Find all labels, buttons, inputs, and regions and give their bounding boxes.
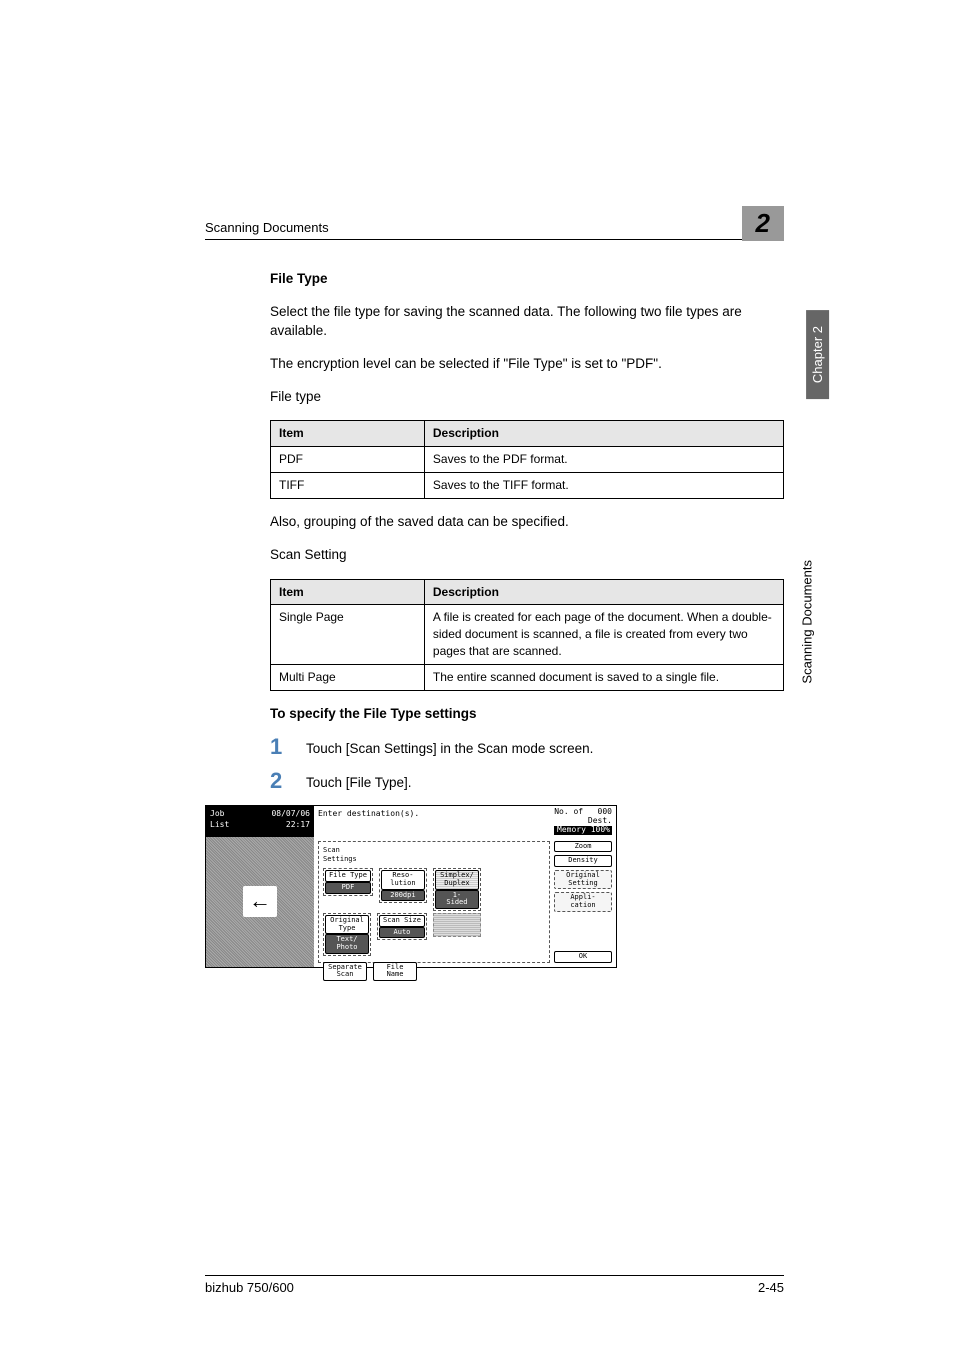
scan-setting-label: Scan Setting [270,546,784,565]
paragraph: Also, grouping of the saved data can be … [270,513,784,532]
prompt-text: Enter destination(s). [314,806,550,836]
preview-panel: ← [206,837,314,967]
table-row: TIFF Saves to the TIFF format. [271,473,784,499]
step-list: 1 Touch [Scan Settings] in the Scan mode… [270,736,784,794]
original-type-button[interactable]: Original Type Text/ Photo [323,913,371,956]
side-section-title: Scanning Documents [800,560,815,684]
chapter-number: 2 [742,206,784,241]
step: 2 Touch [File Type]. [270,770,784,793]
separate-scan-button[interactable]: Separate Scan [323,962,367,981]
file-name-button[interactable]: File Name [373,962,417,981]
density-button[interactable]: Density [554,855,612,867]
scan-settings-label: Scan Settings [323,846,545,866]
scan-setting-table: Item Description Single Page A file is c… [270,579,784,691]
step-text: Touch [Scan Settings] in the Scan mode s… [306,736,593,759]
section-title: File Type [270,270,784,289]
file-type-table: Item Description PDF Saves to the PDF fo… [270,420,784,498]
procedure-heading: To specify the File Type settings [270,705,784,724]
file-type-button[interactable]: File Type PDF [323,868,373,895]
running-title: Scanning Documents [205,220,329,235]
status-area: No. of 000 Dest. Memory 100% [550,806,616,836]
application-button[interactable]: Appli- cation [554,892,612,911]
paragraph: Select the file type for saving the scan… [270,303,784,341]
chapter-tab: Chapter 2 [806,310,829,399]
step-number: 1 [270,736,306,758]
step-text: Touch [File Type]. [306,770,412,793]
resolution-button[interactable]: Reso- lution 200dpi [379,868,427,903]
page-footer: bizhub 750/600 2-45 [205,1275,784,1295]
arrow-left-icon: ← [243,886,277,917]
scan-size-button[interactable]: Scan Size Auto [377,913,427,940]
table-row: Single Page A file is created for each p… [271,605,784,664]
th-desc: Description [424,421,783,447]
th-item: Item [271,579,425,605]
th-item: Item [271,421,425,447]
table-row: PDF Saves to the PDF format. [271,447,784,473]
ok-button[interactable]: OK [554,951,612,963]
original-setting-button[interactable]: Original Setting [554,870,612,889]
zoom-button[interactable]: Zoom [554,841,612,853]
simplex-duplex-button[interactable]: Simplex/ Duplex 1- Sided [433,868,481,911]
footer-page: 2-45 [758,1280,784,1295]
job-list-tab[interactable]: Job List 08/07/06 22:17 [206,806,314,836]
lcd-screenshot: Job List 08/07/06 22:17 Enter destinatio… [205,805,617,967]
content: File Type Select the file type for savin… [205,270,784,968]
th-desc: Description [424,579,783,605]
step: 1 Touch [Scan Settings] in the Scan mode… [270,736,784,759]
disabled-slot [433,913,481,937]
table-row: Multi Page The entire scanned document i… [271,664,784,690]
file-type-label: File type [270,388,784,407]
footer-model: bizhub 750/600 [205,1280,294,1295]
step-number: 2 [270,770,306,792]
paragraph: The encryption level can be selected if … [270,355,784,374]
page-header: Scanning Documents 2 [205,200,784,240]
